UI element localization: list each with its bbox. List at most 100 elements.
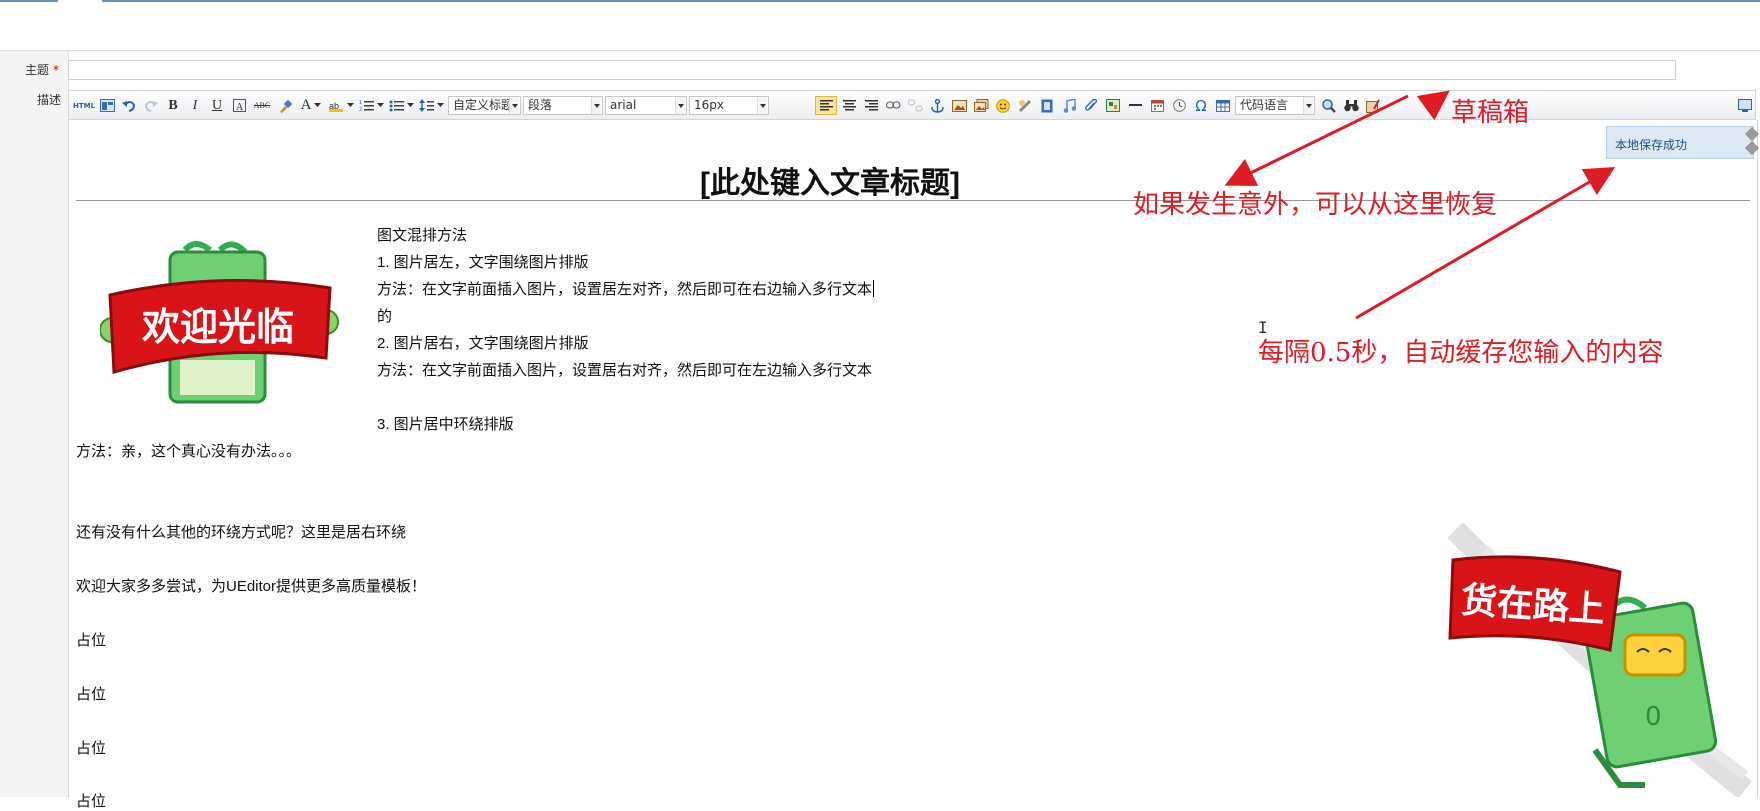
autosave-annotation: 每隔0.5秒，自动缓存您输入的内容 [1258,338,1664,368]
toast-message: 本地保存成功 [1615,138,1688,152]
insert-date-button[interactable] [1147,96,1167,115]
binoculars-icon [1343,100,1359,112]
text-line: 还有没有什么其他的环绕方式呢？这里是居右环绕 [76,524,407,541]
highlight-color-button[interactable]: ab [327,96,355,115]
link-button[interactable] [883,96,903,115]
bold-button[interactable]: B [163,96,183,115]
chevron-down-icon [591,97,601,114]
undo-button[interactable] [119,96,139,115]
template-icon [99,99,115,112]
anchor-icon [930,98,944,113]
align-center-button[interactable] [839,96,859,115]
music-icon [1063,98,1076,113]
map-button[interactable] [1103,96,1123,115]
attachment-button[interactable] [1081,96,1101,115]
chevron-down-icon [346,103,354,107]
code-language-select[interactable]: 代码语言 [1235,96,1315,115]
subject-label: 主题 * [25,61,59,78]
font-family-select[interactable]: arial [605,96,687,115]
top-accent-line [0,0,1760,2]
highlighter-icon: ab [328,101,343,112]
font-size-value: 16px [694,98,724,112]
text-line: 方法：在文字前面插入图片，设置居右对齐，然后即可在左边输入多行文本 [377,362,873,379]
svg-text:2: 2 [359,107,362,112]
align-left-icon [819,100,833,111]
align-center-icon [842,100,856,111]
special-chars-button[interactable]: Ω [1191,96,1211,115]
emotion-button[interactable] [993,96,1013,115]
chevron-down-icon [1303,97,1313,114]
strikethrough-button[interactable]: ABC [251,96,273,115]
line-height-icon [418,99,434,112]
insert-image-button[interactable] [949,96,969,115]
table-icon [1216,99,1230,112]
active-tab-indicator[interactable] [58,0,102,3]
ordered-list-button[interactable]: 12 [357,96,385,115]
format-painter-button[interactable] [275,96,295,115]
calendar-icon [1150,100,1164,112]
html-source-button[interactable]: HTML [73,96,95,115]
align-left-button[interactable] [815,96,837,115]
svg-text:A: A [236,102,244,112]
drafts-annotation: 草稿箱 [1451,98,1530,128]
local-save-toast: 本地保存成功 [1606,126,1760,159]
map-icon [1106,99,1120,112]
template-button[interactable] [97,96,117,115]
subject-input[interactable] [68,60,1676,80]
chevron-down-icon [376,103,384,107]
line-height-button[interactable] [417,96,445,115]
unordered-list-button[interactable] [387,96,415,115]
align-right-icon [864,100,878,111]
insert-table-button[interactable] [1213,96,1233,115]
text-caret [873,280,875,297]
paperclip-icon [1085,98,1097,111]
text-line: 占位 [76,632,107,649]
font-color-button[interactable]: A [297,96,325,115]
anchor-button[interactable] [927,96,947,115]
ordered-list-icon: 12 [359,100,374,112]
preview-button[interactable] [1319,96,1339,115]
redo-button[interactable] [141,96,161,115]
underline-button[interactable]: U [207,96,227,115]
text-line: 的 [377,308,393,325]
description-label: 描述 [37,93,62,107]
chevron-down-icon [314,103,322,107]
drafts-button[interactable] [1363,96,1383,115]
text-line: 1. 图片居左，文字围绕图片排版 [377,254,589,271]
redo-icon [144,101,158,112]
font-family-value: arial [610,98,637,112]
text-line: 欢迎大家多多尝试，为UEditor提供更多高质量模板！ [76,578,427,595]
text-line: 占位 [76,793,107,810]
welcome-image[interactable]: 欢迎光临 [100,240,340,410]
text-line: 占位 [76,686,107,703]
smiley-icon [996,98,1010,113]
hr-icon [1128,104,1142,106]
scrawl-button[interactable] [1015,96,1035,115]
unlink-button[interactable] [905,96,925,115]
text-line-with-caret: 方法：在文字前面插入图片，设置居左对齐，然后即可在右边输入多行文本 [377,278,875,299]
align-right-button[interactable] [861,96,881,115]
delivery-image[interactable]: 0 货在路上 [1445,520,1760,797]
music-button[interactable] [1059,96,1079,115]
border-text-button[interactable]: A [229,96,249,115]
chevron-down-icon [436,103,444,107]
fullscreen-icon [1738,99,1752,112]
paragraph-select[interactable]: 段落 [523,96,603,115]
search-replace-button[interactable] [1341,96,1361,115]
font-size-select[interactable]: 16px [689,96,769,115]
horizontal-rule-button[interactable] [1125,96,1145,115]
text-line: 3. 图片居中环绕排版 [377,416,514,433]
brush-icon [279,99,292,113]
document-title[interactable]: [此处键入文章标题] [700,158,960,202]
svg-text:0: 0 [1645,702,1662,732]
title-divider [76,200,1750,201]
paragraph-value: 段落 [528,98,553,112]
unordered-list-icon [389,100,404,112]
insert-video-button[interactable] [1037,96,1057,115]
multi-image-button[interactable] [971,96,991,115]
custom-title-select[interactable]: 自定义标题 [448,96,521,115]
unlink-icon [907,99,922,112]
insert-time-button[interactable] [1169,96,1189,115]
fullscreen-button[interactable] [1735,96,1755,115]
italic-button[interactable]: I [185,96,205,115]
